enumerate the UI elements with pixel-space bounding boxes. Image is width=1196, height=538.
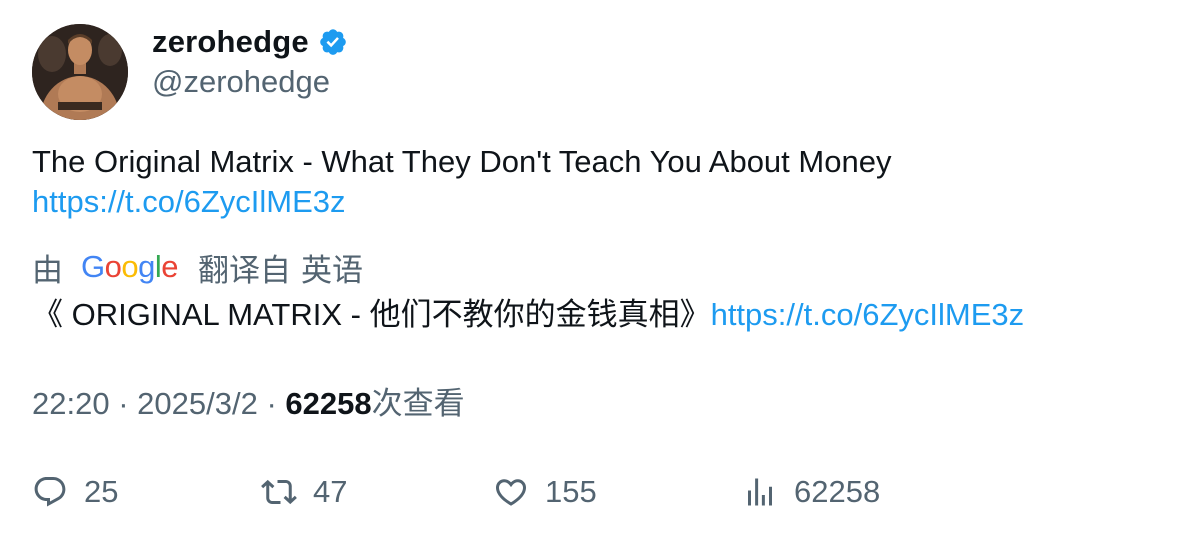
like-button[interactable]: 155 <box>493 470 597 514</box>
tweet-link[interactable]: https://t.co/6ZycIlME3z <box>32 182 346 222</box>
author-handle[interactable]: @zerohedge <box>152 62 330 102</box>
avatar[interactable] <box>32 24 128 120</box>
meta-separator: · <box>266 386 286 421</box>
meta-separator: · <box>118 386 138 421</box>
retweet-icon <box>261 479 297 505</box>
avatar-image <box>32 24 128 120</box>
verified-badge-icon <box>318 27 348 57</box>
reply-button[interactable]: 25 <box>32 470 118 514</box>
google-logo: Google <box>81 249 179 284</box>
views-count: 62258 <box>285 386 372 421</box>
author-name-row: zerohedge <box>152 22 348 62</box>
translation-attribution[interactable]: 由 Google 翻译自 英语 <box>32 247 364 288</box>
tweet-time[interactable]: 22:20 <box>32 386 110 421</box>
translated-text: 《 ORIGINAL MATRIX - 他们不教你的金钱真相》https://t… <box>32 295 1024 335</box>
views-label: 次查看 <box>371 386 465 421</box>
translated-body: 《 ORIGINAL MATRIX - 他们不教你的金钱真相》 <box>32 297 711 332</box>
translated-link[interactable]: https://t.co/6ZycIlME3z <box>711 297 1025 332</box>
translated-from-label: 翻译自 <box>198 252 292 288</box>
tweet-text: The Original Matrix - What They Don't Te… <box>32 144 892 179</box>
retweet-count: 47 <box>313 474 348 509</box>
reply-icon <box>34 477 66 507</box>
reply-count: 25 <box>84 474 119 509</box>
tweet-meta: 22:20 · 2025/3/2 · 62258次查看 <box>32 384 465 424</box>
translate-by-label: 由 <box>32 252 63 288</box>
like-count: 155 <box>545 474 597 509</box>
like-icon <box>495 479 527 506</box>
source-language: 英语 <box>301 252 364 288</box>
views-icon <box>748 478 772 506</box>
display-name[interactable]: zerohedge <box>152 24 309 60</box>
tweet-date[interactable]: 2025/3/2 <box>137 386 258 421</box>
views-total: 62258 <box>794 474 881 509</box>
views-button[interactable]: 62258 <box>742 470 880 514</box>
retweet-button[interactable]: 47 <box>261 470 347 514</box>
